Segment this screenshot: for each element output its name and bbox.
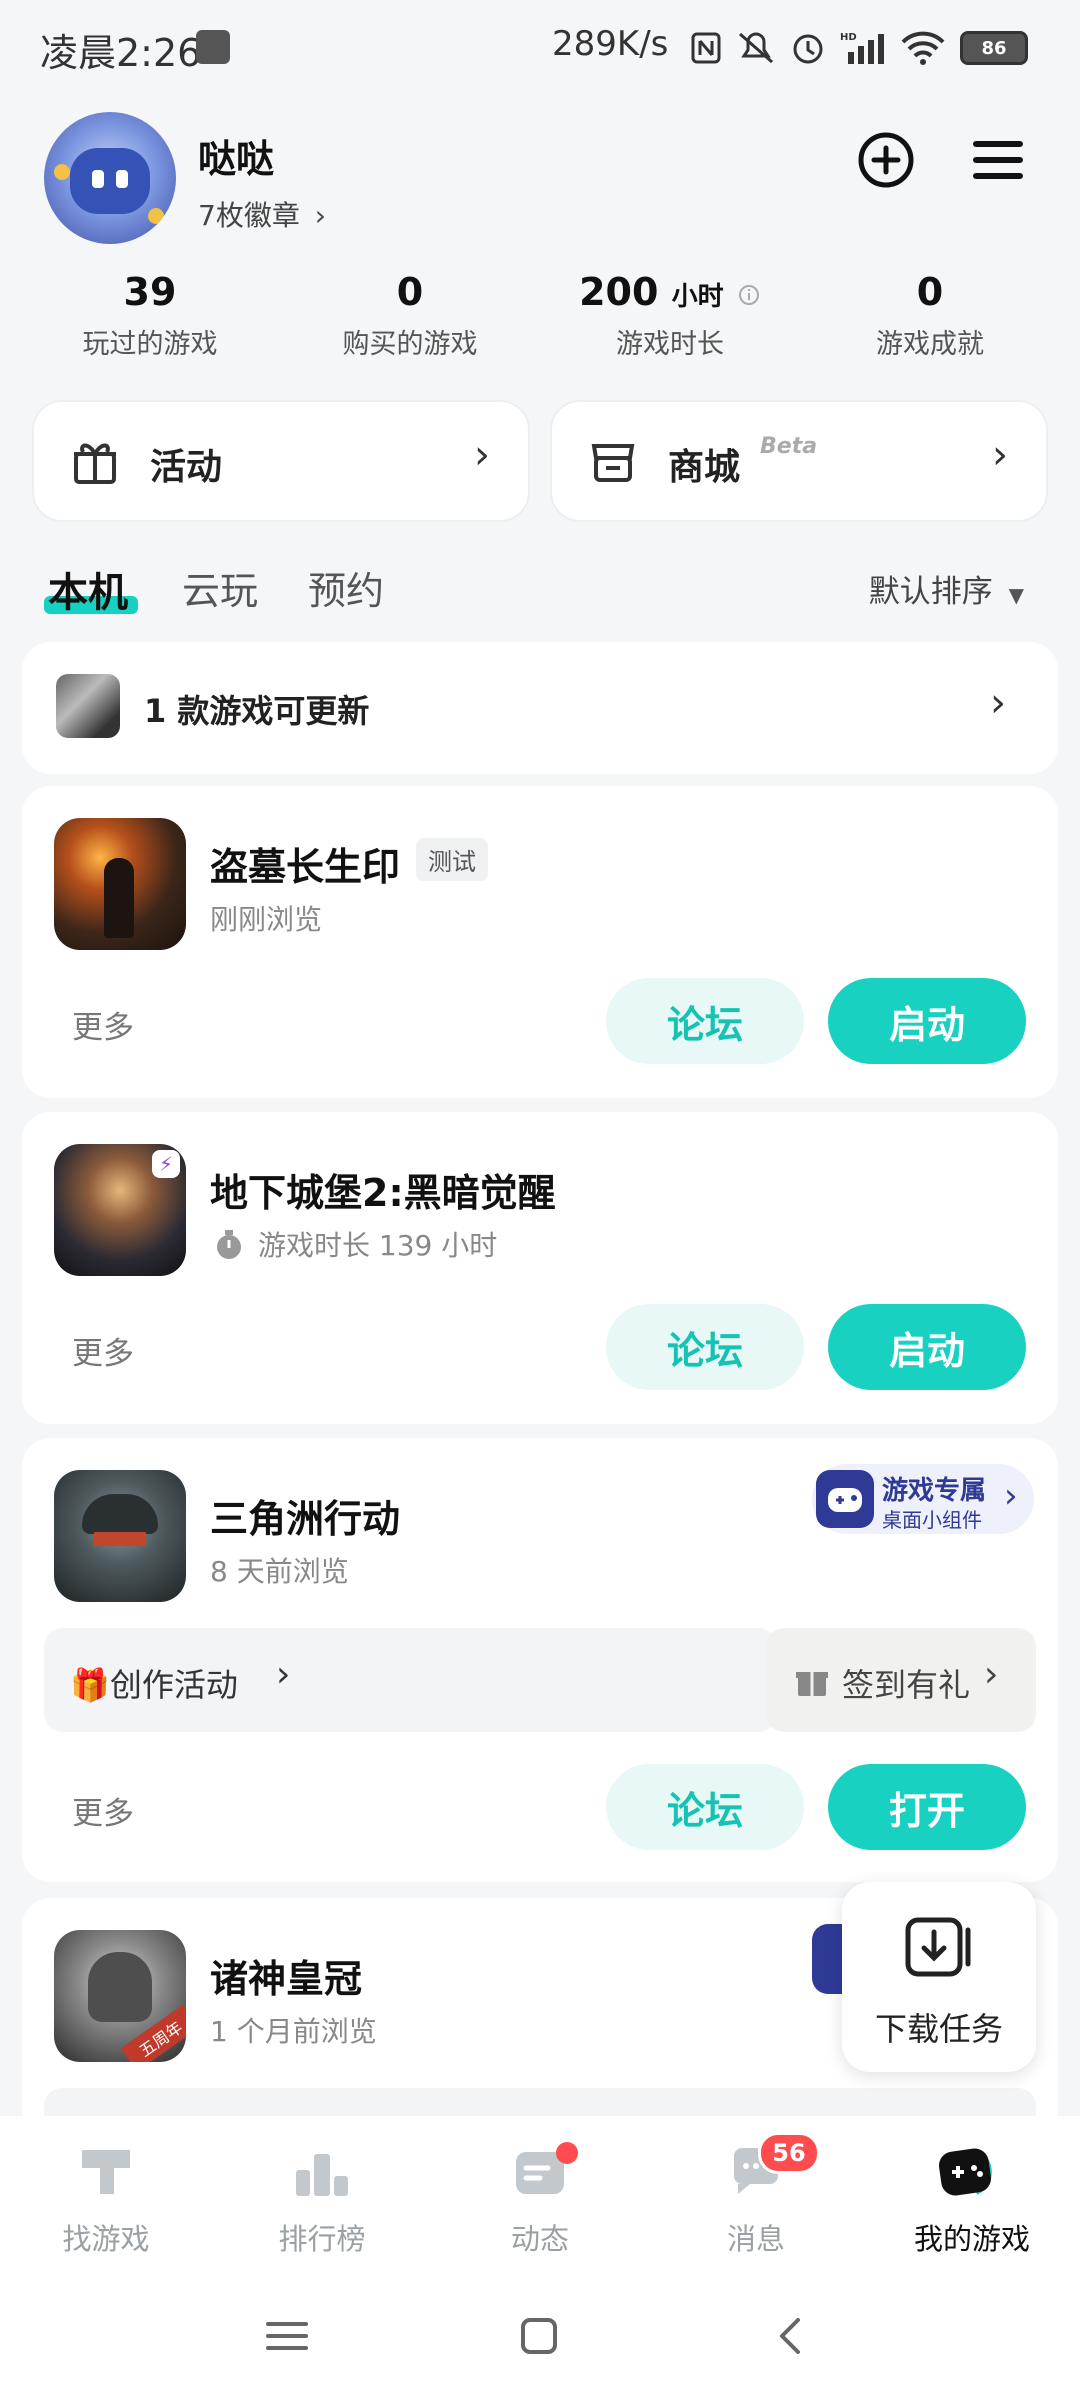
- nav-find-games[interactable]: 找游戏: [16, 2142, 196, 2258]
- caret-down-icon: ▼: [1008, 583, 1024, 607]
- chevron-right-icon: ›: [990, 680, 1006, 726]
- status-bar: 凌晨2:26 289K/s HD 86: [0, 0, 1080, 96]
- open-button[interactable]: 打开: [828, 1764, 1026, 1850]
- unread-dot: [556, 2142, 578, 2164]
- widget-promo[interactable]: 游戏专属 桌面小组件 ›: [812, 1464, 1034, 1534]
- svg-text:HD: HD: [840, 32, 857, 43]
- checkin-link[interactable]: 签到有礼 ›: [766, 1628, 1036, 1732]
- forum-button[interactable]: 论坛: [606, 1764, 804, 1850]
- store-label: 商城: [668, 447, 741, 488]
- store-card[interactable]: 商城 Beta ›: [550, 400, 1048, 522]
- checkin-label: 签到有礼: [842, 1666, 971, 1704]
- activity-card[interactable]: 活动 ›: [32, 400, 530, 522]
- widget-sub: 桌面小组件: [882, 1508, 982, 1532]
- more-button[interactable]: 更多: [72, 1788, 134, 1833]
- rankings-icon: [296, 2154, 348, 2196]
- bottom-nav: 找游戏 排行榜 动态 56 消息 我的游戏: [0, 2116, 1080, 2400]
- update-banner[interactable]: 1 款游戏可更新 ›: [22, 642, 1058, 774]
- status-time: 凌晨2:26: [40, 31, 202, 75]
- event-link[interactable]: 🎁创作活动 ›: [44, 1628, 776, 1732]
- widget-title: 游戏专属: [882, 1476, 987, 1506]
- wifi-icon: [901, 31, 945, 65]
- stat-purchased[interactable]: 0 购买的游戏: [310, 270, 510, 361]
- game-icon[interactable]: ⚡: [54, 1144, 186, 1276]
- game-card: 盗墓长生印 测试 刚刚浏览 更多 论坛 启动: [22, 786, 1058, 1098]
- game-icon[interactable]: 五周年: [54, 1930, 186, 2062]
- gamepad-icon: [816, 1470, 874, 1528]
- game-card: 三角洲行动 8 天前浏览 游戏专属 桌面小组件 › 🎁创作活动 › 签到有礼 ›…: [22, 1438, 1058, 1882]
- add-circle-icon[interactable]: [854, 128, 918, 192]
- forum-button[interactable]: 论坛: [606, 978, 804, 1064]
- chevron-right-icon: ›: [276, 1654, 291, 1695]
- my-games-icon: [938, 2148, 992, 2196]
- alarm-icon: [793, 34, 823, 64]
- gift-icon: [74, 443, 116, 484]
- nav-feed[interactable]: 动态: [450, 2142, 630, 2258]
- game-card: ⚡ 地下城堡2:黑暗觉醒 游戏时长 139 小时 更多 论坛 启动: [22, 1112, 1058, 1424]
- download-icon: [905, 1917, 971, 1977]
- nav-my-games[interactable]: 我的游戏: [882, 2142, 1062, 2258]
- chevron-right-icon: ›: [314, 199, 326, 232]
- store-icon: [591, 444, 635, 482]
- badges-count: 7枚徽章: [198, 199, 300, 232]
- launch-button[interactable]: 启动: [828, 1304, 1026, 1390]
- badges-link[interactable]: 7枚徽章 ›: [198, 194, 326, 234]
- stat-achievements[interactable]: 0 游戏成就: [830, 270, 1030, 361]
- stat-played[interactable]: 39 玩过的游戏: [50, 270, 250, 361]
- more-button[interactable]: 更多: [72, 1328, 134, 1373]
- info-icon[interactable]: [737, 283, 761, 307]
- username[interactable]: 哒哒: [198, 128, 274, 183]
- beta-tag: Beta: [760, 434, 818, 459]
- status-icons: HD 86: [690, 22, 1030, 74]
- chevron-right-icon: ›: [992, 432, 1008, 478]
- last-viewed: 1 个月前浏览: [210, 2015, 377, 2048]
- game-title[interactable]: 诸神皇冠: [210, 1948, 362, 2003]
- download-tasks-button[interactable]: 下载任务: [842, 1882, 1036, 2072]
- launch-button[interactable]: 启动: [828, 978, 1026, 1064]
- chevron-right-icon: ›: [984, 1654, 999, 1695]
- system-home-icon[interactable]: [514, 2316, 564, 2356]
- sort-dropdown[interactable]: 默认排序 ▼: [869, 566, 1024, 611]
- avatar[interactable]: [44, 112, 176, 244]
- game-title[interactable]: 地下城堡2:黑暗觉醒: [210, 1162, 556, 1217]
- chevron-right-icon: ›: [1004, 1476, 1018, 1516]
- nav-messages[interactable]: 56 消息: [666, 2132, 846, 2258]
- event-label: 🎁创作活动: [70, 1666, 238, 1704]
- forum-button[interactable]: 论坛: [606, 1304, 804, 1390]
- message-count-badge: 56: [758, 2132, 820, 2174]
- download-label: 下载任务: [874, 2010, 1003, 2048]
- test-tag: 测试: [416, 838, 488, 881]
- game-title[interactable]: 三角洲行动: [210, 1488, 400, 1543]
- game-icon-thumb: [56, 674, 120, 738]
- battery-icon: 86: [960, 31, 1028, 65]
- gift-icon: [796, 1672, 828, 1696]
- more-button[interactable]: 更多: [72, 1002, 134, 1047]
- menu-icon[interactable]: [966, 128, 1030, 192]
- last-viewed: 刚刚浏览: [210, 903, 323, 936]
- notification-app-icon: [196, 30, 230, 64]
- signal-icon: HD: [840, 32, 884, 64]
- game-title[interactable]: 盗墓长生印: [210, 836, 400, 891]
- lightning-icon: ⚡: [152, 1150, 180, 1178]
- game-icon[interactable]: [54, 1470, 186, 1602]
- nfc-icon: [691, 32, 721, 64]
- nav-rankings[interactable]: 排行榜: [232, 2142, 412, 2258]
- network-speed: 289K/s: [552, 24, 669, 64]
- tab-local[interactable]: 本机: [48, 560, 128, 618]
- tab-cloud[interactable]: 云玩: [182, 560, 258, 615]
- mute-icon: [739, 32, 773, 64]
- chevron-right-icon: ›: [474, 432, 490, 478]
- stat-playtime[interactable]: 200 小时 游戏时长: [570, 270, 770, 361]
- find-games-icon: [82, 2150, 130, 2194]
- last-viewed: 8 天前浏览: [210, 1555, 349, 1588]
- activity-label: 活动: [150, 447, 223, 488]
- system-back-icon[interactable]: [766, 2316, 816, 2356]
- tab-reserve[interactable]: 预约: [308, 560, 384, 615]
- update-text: 1 款游戏可更新: [144, 692, 370, 730]
- game-icon[interactable]: [54, 818, 186, 950]
- playtime: 游戏时长 139 小时: [258, 1229, 498, 1262]
- stopwatch-icon: [217, 1230, 241, 1259]
- sort-label: 默认排序: [868, 574, 993, 610]
- system-menu-icon[interactable]: [262, 2316, 312, 2356]
